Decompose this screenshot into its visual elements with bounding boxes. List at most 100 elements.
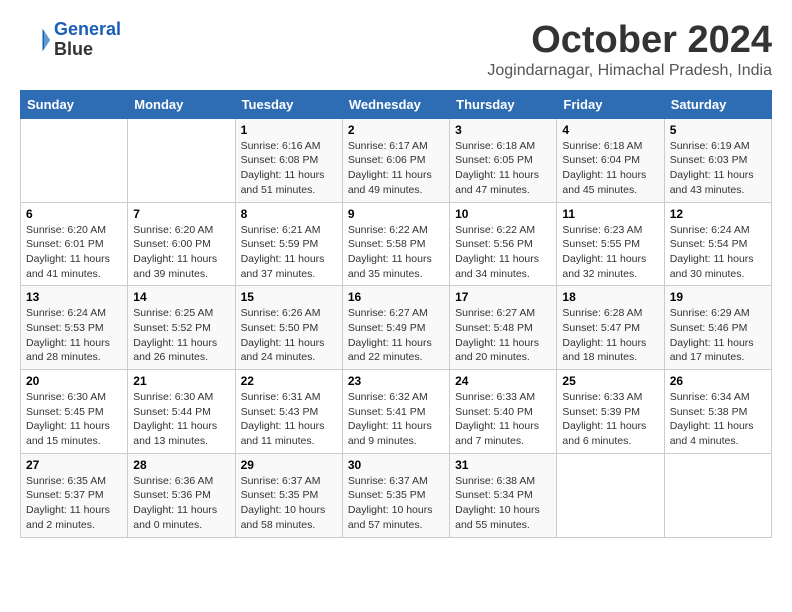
day-number: 11 [562,207,658,221]
day-info: Sunrise: 6:30 AM Sunset: 5:45 PM Dayligh… [26,390,122,449]
day-number: 30 [348,458,444,472]
day-info: Sunrise: 6:33 AM Sunset: 5:39 PM Dayligh… [562,390,658,449]
day-number: 2 [348,123,444,137]
day-number: 26 [670,374,766,388]
day-number: 14 [133,290,229,304]
day-number: 28 [133,458,229,472]
day-info: Sunrise: 6:22 AM Sunset: 5:56 PM Dayligh… [455,223,551,282]
weekday-header-sunday: Sunday [21,90,128,118]
day-number: 31 [455,458,551,472]
day-number: 10 [455,207,551,221]
day-number: 19 [670,290,766,304]
calendar-cell: 20Sunrise: 6:30 AM Sunset: 5:45 PM Dayli… [21,370,128,454]
day-info: Sunrise: 6:27 AM Sunset: 5:48 PM Dayligh… [455,306,551,365]
day-info: Sunrise: 6:26 AM Sunset: 5:50 PM Dayligh… [241,306,337,365]
calendar-table: SundayMondayTuesdayWednesdayThursdayFrid… [20,90,772,538]
day-info: Sunrise: 6:25 AM Sunset: 5:52 PM Dayligh… [133,306,229,365]
calendar-cell: 17 Sunrise: 6:27 AM Sunset: 5:48 PM Dayli… [450,286,557,370]
day-info: Sunrise: 6:37 AM Sunset: 5:35 PM Dayligh… [241,474,337,533]
calendar-cell: 10 Sunrise: 6:22 AM Sunset: 5:56 PM Dayli… [450,202,557,286]
calendar-cell: 1 Sunrise: 6:16 AM Sunset: 6:08 PM Daylig… [235,118,342,202]
day-number: 21 [133,374,229,388]
day-info: Sunrise: 6:23 AM Sunset: 5:55 PM Dayligh… [562,223,658,282]
calendar-cell: 22Sunrise: 6:31 AM Sunset: 5:43 PM Dayli… [235,370,342,454]
weekday-header-monday: Monday [128,90,235,118]
day-info: Sunrise: 6:21 AM Sunset: 5:59 PM Dayligh… [241,223,337,282]
day-info: Sunrise: 6:20 AM Sunset: 6:01 PM Dayligh… [26,223,122,282]
calendar-week-1: 1 Sunrise: 6:16 AM Sunset: 6:08 PM Daylig… [21,118,772,202]
calendar-cell: 3 Sunrise: 6:18 AM Sunset: 6:05 PM Daylig… [450,118,557,202]
day-info: Sunrise: 6:16 AM Sunset: 6:08 PM Dayligh… [241,139,337,198]
day-info: Sunrise: 6:19 AM Sunset: 6:03 PM Dayligh… [670,139,766,198]
logo-text: General Blue [54,20,121,60]
day-number: 25 [562,374,658,388]
day-info: Sunrise: 6:36 AM Sunset: 5:36 PM Dayligh… [133,474,229,533]
day-number: 17 [455,290,551,304]
weekday-header-friday: Friday [557,90,664,118]
logo: General Blue [20,20,121,60]
calendar-cell: 24 Sunrise: 6:33 AM Sunset: 5:40 PM Dayli… [450,370,557,454]
calendar-week-4: 20Sunrise: 6:30 AM Sunset: 5:45 PM Dayli… [21,370,772,454]
day-info: Sunrise: 6:24 AM Sunset: 5:53 PM Dayligh… [26,306,122,365]
month-title: October 2024 [487,20,772,62]
day-number: 4 [562,123,658,137]
day-info: Sunrise: 6:18 AM Sunset: 6:04 PM Dayligh… [562,139,658,198]
day-number: 29 [241,458,337,472]
calendar-week-2: 6 Sunrise: 6:20 AM Sunset: 6:01 PM Daylig… [21,202,772,286]
day-number: 1 [241,123,337,137]
calendar-cell: 29 Sunrise: 6:37 AM Sunset: 5:35 PM Dayli… [235,453,342,537]
calendar-cell: 18Sunrise: 6:28 AM Sunset: 5:47 PM Dayli… [557,286,664,370]
day-number: 9 [348,207,444,221]
title-block: October 2024 Jogindarnagar, Himachal Pra… [487,20,772,80]
day-number: 24 [455,374,551,388]
calendar-cell: 5Sunrise: 6:19 AM Sunset: 6:03 PM Daylig… [664,118,771,202]
calendar-cell: 19 Sunrise: 6:29 AM Sunset: 5:46 PM Dayli… [664,286,771,370]
day-number: 22 [241,374,337,388]
day-info: Sunrise: 6:17 AM Sunset: 6:06 PM Dayligh… [348,139,444,198]
weekday-header-tuesday: Tuesday [235,90,342,118]
calendar-cell: 16Sunrise: 6:27 AM Sunset: 5:49 PM Dayli… [342,286,449,370]
day-number: 13 [26,290,122,304]
calendar-cell [128,118,235,202]
day-info: Sunrise: 6:32 AM Sunset: 5:41 PM Dayligh… [348,390,444,449]
calendar-cell: 2 Sunrise: 6:17 AM Sunset: 6:06 PM Daylig… [342,118,449,202]
calendar-week-3: 13 Sunrise: 6:24 AM Sunset: 5:53 PM Dayli… [21,286,772,370]
day-info: Sunrise: 6:35 AM Sunset: 5:37 PM Dayligh… [26,474,122,533]
day-info: Sunrise: 6:24 AM Sunset: 5:54 PM Dayligh… [670,223,766,282]
calendar-cell: 11 Sunrise: 6:23 AM Sunset: 5:55 PM Dayli… [557,202,664,286]
day-info: Sunrise: 6:18 AM Sunset: 6:05 PM Dayligh… [455,139,551,198]
day-number: 3 [455,123,551,137]
calendar-cell: 23Sunrise: 6:32 AM Sunset: 5:41 PM Dayli… [342,370,449,454]
day-info: Sunrise: 6:22 AM Sunset: 5:58 PM Dayligh… [348,223,444,282]
calendar-cell: 4 Sunrise: 6:18 AM Sunset: 6:04 PM Daylig… [557,118,664,202]
day-number: 27 [26,458,122,472]
day-info: Sunrise: 6:34 AM Sunset: 5:38 PM Dayligh… [670,390,766,449]
page-header: General Blue October 2024 Jogindarnagar,… [20,20,772,80]
day-info: Sunrise: 6:33 AM Sunset: 5:40 PM Dayligh… [455,390,551,449]
day-number: 6 [26,207,122,221]
calendar-cell: 21 Sunrise: 6:30 AM Sunset: 5:44 PM Dayli… [128,370,235,454]
calendar-cell: 6 Sunrise: 6:20 AM Sunset: 6:01 PM Daylig… [21,202,128,286]
calendar-cell: 7Sunrise: 6:20 AM Sunset: 6:00 PM Daylig… [128,202,235,286]
weekday-header-thursday: Thursday [450,90,557,118]
day-info: Sunrise: 6:29 AM Sunset: 5:46 PM Dayligh… [670,306,766,365]
calendar-cell: 28 Sunrise: 6:36 AM Sunset: 5:36 PM Dayli… [128,453,235,537]
calendar-cell: 12Sunrise: 6:24 AM Sunset: 5:54 PM Dayli… [664,202,771,286]
calendar-cell [557,453,664,537]
calendar-cell: 25 Sunrise: 6:33 AM Sunset: 5:39 PM Dayli… [557,370,664,454]
weekday-header-wednesday: Wednesday [342,90,449,118]
calendar-cell: 14 Sunrise: 6:25 AM Sunset: 5:52 PM Dayli… [128,286,235,370]
day-info: Sunrise: 6:37 AM Sunset: 5:35 PM Dayligh… [348,474,444,533]
day-info: Sunrise: 6:30 AM Sunset: 5:44 PM Dayligh… [133,390,229,449]
calendar-cell: 8Sunrise: 6:21 AM Sunset: 5:59 PM Daylig… [235,202,342,286]
calendar-cell: 9 Sunrise: 6:22 AM Sunset: 5:58 PM Daylig… [342,202,449,286]
day-number: 7 [133,207,229,221]
logo-icon [20,25,50,55]
day-number: 15 [241,290,337,304]
calendar-cell [664,453,771,537]
calendar-header-row: SundayMondayTuesdayWednesdayThursdayFrid… [21,90,772,118]
day-number: 16 [348,290,444,304]
day-number: 18 [562,290,658,304]
calendar-cell: 30 Sunrise: 6:37 AM Sunset: 5:35 PM Dayli… [342,453,449,537]
calendar-body: 1 Sunrise: 6:16 AM Sunset: 6:08 PM Daylig… [21,118,772,537]
